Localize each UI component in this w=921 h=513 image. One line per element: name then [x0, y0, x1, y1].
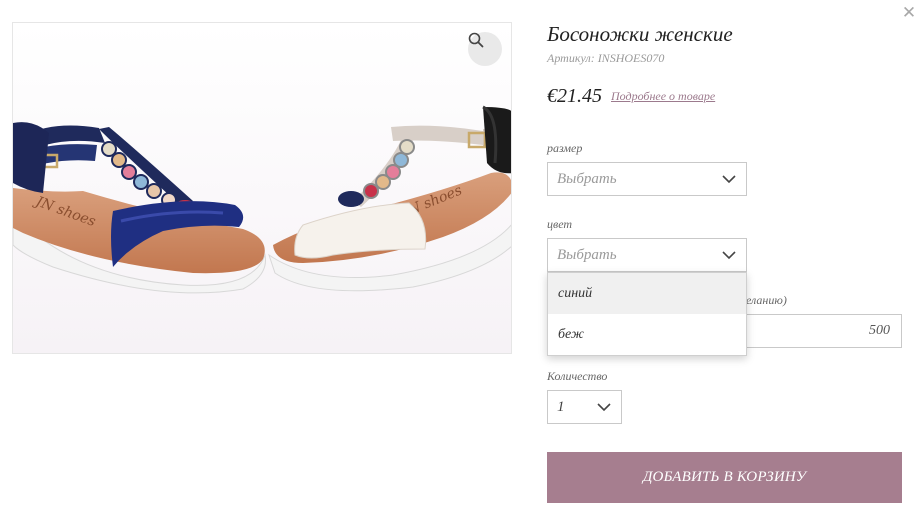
close-icon: ✕ — [901, 3, 917, 23]
chevron-down-icon — [597, 403, 611, 412]
color-dropdown: синий беж — [547, 272, 747, 356]
quantity-label: Количество — [547, 369, 608, 383]
product-title: Босоножки женские — [547, 22, 733, 46]
sku-label: Артикул: — [547, 51, 595, 65]
chevron-down-icon — [722, 251, 736, 260]
product-image: JN shoes JN shoes — [12, 22, 512, 354]
magnifier-icon — [468, 32, 484, 48]
quantity-select[interactable]: 1 — [547, 390, 622, 424]
custom-input[interactable]: 500 — [745, 314, 902, 348]
color-option-blue[interactable]: синий — [548, 273, 746, 314]
price: €21.45 — [547, 85, 602, 107]
sku-value: INSHOES070 — [597, 51, 665, 65]
quantity-select-value: 1 — [557, 399, 565, 415]
zoom-button[interactable] — [468, 32, 502, 66]
size-label: размер — [547, 141, 583, 155]
color-option-beige[interactable]: беж — [548, 314, 746, 355]
sku-line: Артикул: INSHOES070 — [547, 51, 664, 66]
chevron-down-icon — [722, 175, 736, 184]
color-select[interactable]: Выбрать — [547, 238, 747, 272]
color-label: цвет — [547, 217, 573, 231]
product-details-link[interactable]: Подробнее о товаре — [611, 89, 715, 104]
size-select[interactable]: Выбрать — [547, 162, 747, 196]
size-select-value: Выбрать — [557, 171, 617, 187]
color-select-value: Выбрать — [557, 247, 617, 263]
close-button[interactable]: ✕ — [900, 4, 918, 22]
add-to-cart-button[interactable]: ДОБАВИТЬ В КОРЗИНУ — [547, 452, 902, 503]
sandals-photo: JN shoes JN shoes — [13, 23, 511, 353]
